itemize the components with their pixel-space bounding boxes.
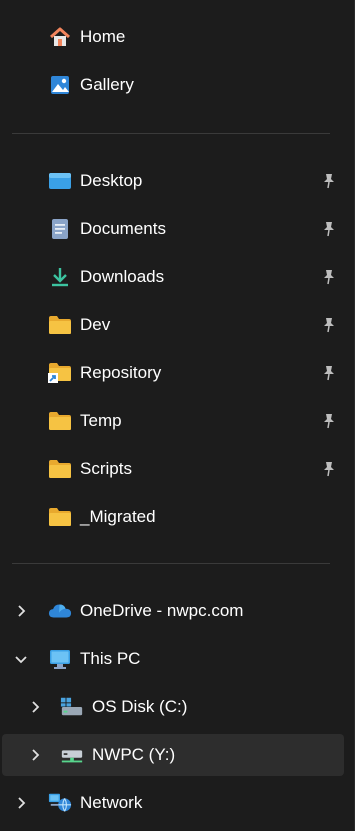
pin-icon[interactable]	[319, 363, 339, 383]
gallery-icon	[48, 73, 72, 97]
nav-item-label: Documents	[80, 219, 166, 238]
nav-item-label: Desktop	[80, 171, 143, 190]
nav-item-repository[interactable]: Repository	[0, 352, 344, 394]
tree-item-label: This PC	[80, 649, 141, 668]
nav-item-label: Home	[80, 27, 126, 46]
nav-item-migrated[interactable]: _Migrated	[0, 496, 344, 538]
nav-item-label: Scripts	[80, 459, 132, 478]
tree-item-label: OS Disk (C:)	[92, 697, 188, 716]
network-drive-icon	[60, 743, 84, 767]
tree-item-os-disk[interactable]: OS Disk (C:)	[0, 686, 344, 728]
folder-icon	[48, 457, 72, 481]
nav-item-desktop[interactable]: Desktop	[0, 160, 344, 202]
folder-icon	[48, 409, 72, 433]
windows-drive-icon	[60, 695, 84, 719]
nav-item-label: Temp	[80, 411, 122, 430]
nav-item-label: _Migrated	[80, 507, 156, 526]
tree-item-label: OneDrive - nwpc.com	[80, 601, 244, 620]
pin-icon[interactable]	[319, 459, 339, 479]
nav-item-documents[interactable]: Documents	[0, 208, 344, 250]
nav-item-scripts[interactable]: Scripts	[0, 448, 344, 490]
nav-item-label: Gallery	[80, 75, 134, 94]
download-icon	[48, 265, 72, 289]
monitor-icon	[48, 647, 72, 671]
home-icon	[48, 25, 72, 49]
pin-icon[interactable]	[319, 219, 339, 239]
pin-icon[interactable]	[319, 267, 339, 287]
folder-icon	[48, 313, 72, 337]
pin-icon[interactable]	[319, 171, 339, 191]
network-icon	[48, 791, 72, 815]
nav-item-temp[interactable]: Temp	[0, 400, 344, 442]
tree-item-network[interactable]: Network	[0, 782, 344, 824]
nav-item-label: Repository	[80, 363, 162, 382]
nav-item-dev[interactable]: Dev	[0, 304, 344, 346]
pin-icon[interactable]	[319, 411, 339, 431]
documents-icon	[48, 217, 72, 241]
folder-shortcut-icon	[48, 361, 72, 385]
tree-item-label: NWPC (Y:)	[92, 745, 176, 764]
nav-item-gallery[interactable]: Gallery	[0, 64, 344, 106]
navigation-pane: Home Gallery Desktop Documents Downloads…	[0, 0, 355, 831]
tree-item-this-pc[interactable]: This PC	[0, 638, 344, 680]
nav-item-downloads[interactable]: Downloads	[0, 256, 344, 298]
pin-icon[interactable]	[319, 315, 339, 335]
chevron-right-icon[interactable]	[27, 699, 43, 715]
nav-item-label: Dev	[80, 315, 111, 334]
tree-item-label: Network	[80, 793, 143, 812]
chevron-down-icon[interactable]	[13, 651, 29, 667]
nav-item-label: Downloads	[80, 267, 165, 286]
chevron-right-icon[interactable]	[13, 795, 29, 811]
tree-item-onedrive[interactable]: OneDrive - nwpc.com	[0, 590, 344, 632]
chevron-right-icon[interactable]	[13, 603, 29, 619]
section-divider	[12, 133, 330, 134]
nav-item-home[interactable]: Home	[0, 16, 344, 58]
desktop-folder-icon	[48, 169, 72, 193]
chevron-right-icon[interactable]	[27, 747, 43, 763]
onedrive-cloud-icon	[48, 599, 72, 623]
tree-item-nwpc[interactable]: NWPC (Y:)	[2, 734, 344, 776]
folder-icon	[48, 505, 72, 529]
section-divider	[12, 563, 330, 564]
